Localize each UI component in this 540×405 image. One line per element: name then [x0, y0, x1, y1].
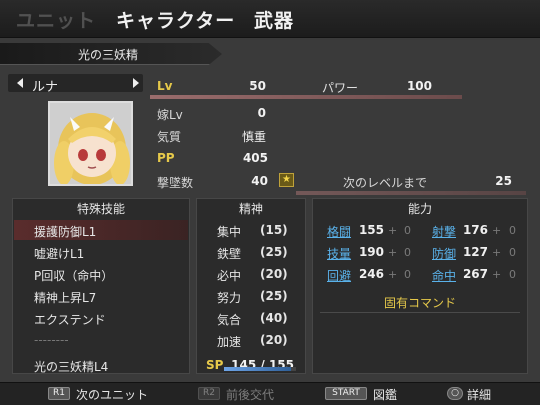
ability-plus: +: [388, 224, 398, 237]
ability-plus: +: [388, 246, 398, 259]
unique-command-divider: [320, 312, 520, 313]
ability-plus: +: [492, 224, 502, 237]
power-value: 100: [406, 79, 432, 93]
tab-character[interactable]: キャラクター: [116, 6, 235, 33]
ability-name: 防御: [432, 247, 457, 261]
spirit-name[interactable]: 努力: [217, 289, 241, 306]
next-level-label: 次のレベルまで: [343, 176, 428, 190]
stat-value-spouse-lv: 0: [257, 106, 266, 120]
ability-value: 127: [462, 245, 488, 259]
spirit-name[interactable]: 鉄壁: [217, 245, 241, 262]
stat-label-pp: PP: [157, 151, 175, 165]
stat-value-kills: 40: [251, 174, 268, 188]
next-unit-label[interactable]: 次のユニット: [76, 386, 148, 403]
prev-character-arrow-icon[interactable]: [17, 78, 23, 88]
ability-name: 射撃: [432, 225, 457, 239]
unique-command-header: 固有コマンド: [383, 296, 456, 310]
ability-value: 246: [358, 267, 384, 281]
ability-value: 267: [462, 267, 488, 281]
spirit-cost: (20): [260, 333, 288, 347]
start-button-icon[interactable]: START: [325, 387, 367, 400]
encyclopedia-label[interactable]: 図鑑: [373, 386, 397, 403]
spirit-header: 精神: [238, 202, 263, 216]
ability-plus: +: [492, 246, 502, 259]
r1-button-icon[interactable]: R1: [48, 387, 70, 400]
skill-item[interactable]: 嘘避けL1: [34, 245, 84, 262]
power-label: パワー: [322, 81, 359, 95]
spirit-name[interactable]: 気合: [217, 311, 241, 328]
ability-bonus: 0: [509, 224, 516, 237]
group-name: 光の三妖精: [78, 48, 139, 62]
details-label[interactable]: 詳細: [467, 386, 491, 403]
skill-item[interactable]: エクステンド: [34, 311, 106, 328]
spirit-cost: (20): [260, 267, 288, 281]
portrait-image: [50, 103, 131, 184]
stat-label-temper: 気質: [157, 130, 182, 144]
level-divider: [150, 95, 462, 99]
ace-star-icon: ★: [279, 173, 294, 187]
spirit-name[interactable]: 集中: [217, 223, 241, 240]
spirit-name[interactable]: 加速: [217, 333, 241, 350]
r2-button-icon[interactable]: R2: [198, 387, 220, 400]
stat-value-pp: 405: [242, 151, 268, 165]
character-selector[interactable]: [8, 74, 143, 92]
ability-plus: +: [388, 268, 398, 281]
skills-header: 特殊技能: [76, 202, 125, 216]
ability-bonus: 0: [509, 268, 516, 281]
spirit-cost: (15): [260, 223, 288, 237]
skill-item[interactable]: P回収（命中）: [34, 267, 113, 284]
character-name: ルナ: [32, 80, 59, 95]
ability-name: 命中: [432, 269, 457, 283]
character-portrait: [48, 101, 133, 186]
spirit-cost: (40): [260, 311, 288, 325]
stat-value-temper: 慎重: [241, 130, 266, 144]
ability-value: 155: [358, 223, 384, 237]
ability-bonus: 0: [404, 268, 411, 281]
ability-plus: +: [492, 268, 502, 281]
ability-bonus: 0: [509, 246, 516, 259]
skill-item-empty[interactable]: --------: [34, 333, 69, 347]
skill-item[interactable]: 精神上昇L7: [34, 289, 96, 306]
ability-bonus: 0: [404, 246, 411, 259]
spirit-panel: [196, 198, 306, 374]
skill-item[interactable]: 援護防御L1: [34, 223, 96, 240]
stat-value-lv: 50: [249, 79, 266, 93]
ability-value: 190: [358, 245, 384, 259]
spirit-cost: (25): [260, 289, 288, 303]
group-banner: 光の三妖精: [0, 43, 222, 65]
sp-label: SP: [206, 358, 224, 372]
stat-label-spouse-lv: 嫁Lv: [157, 108, 183, 122]
next-character-arrow-icon[interactable]: [133, 78, 139, 88]
stat-label-lv: Lv: [157, 79, 173, 93]
tab-unit[interactable]: ユニット: [16, 6, 96, 33]
sp-bar: [224, 367, 296, 371]
stat-label-kills: 撃墜数: [157, 176, 194, 190]
ability-bonus: 0: [404, 224, 411, 237]
next-level-value: 25: [495, 174, 512, 188]
ability-value: 176: [462, 223, 488, 237]
group-skill[interactable]: 光の三妖精L4: [34, 358, 108, 375]
ability-name: 技量: [327, 247, 352, 261]
swap-order-label[interactable]: 前後交代: [226, 386, 274, 403]
spirit-cost: (25): [260, 245, 288, 259]
ability-name: 格闘: [327, 225, 352, 239]
ability-name: 回避: [327, 269, 352, 283]
spirit-name[interactable]: 必中: [217, 267, 241, 284]
ability-header: 能力: [407, 202, 432, 216]
exp-divider: [296, 191, 526, 195]
circle-button-icon[interactable]: ○: [447, 387, 463, 400]
tab-weapon[interactable]: 武器: [254, 6, 294, 33]
sp-bar-fill: [224, 367, 292, 371]
